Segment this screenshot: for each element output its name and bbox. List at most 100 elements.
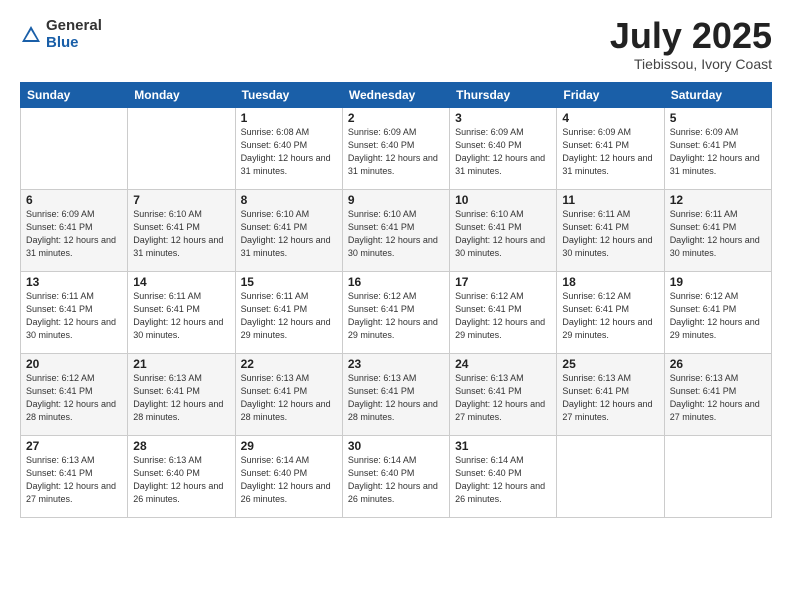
day-number: 31 (455, 439, 551, 453)
day-number: 27 (26, 439, 122, 453)
weekday-header: Tuesday (235, 83, 342, 108)
calendar-cell: 10Sunrise: 6:10 AM Sunset: 6:41 PM Dayli… (450, 190, 557, 272)
calendar-cell: 30Sunrise: 6:14 AM Sunset: 6:40 PM Dayli… (342, 436, 449, 518)
logo: General Blue (20, 18, 102, 51)
day-number: 13 (26, 275, 122, 289)
calendar-cell: 15Sunrise: 6:11 AM Sunset: 6:41 PM Dayli… (235, 272, 342, 354)
day-number: 1 (241, 111, 337, 125)
day-info: Sunrise: 6:13 AM Sunset: 6:41 PM Dayligh… (670, 372, 766, 424)
day-number: 19 (670, 275, 766, 289)
calendar-cell: 31Sunrise: 6:14 AM Sunset: 6:40 PM Dayli… (450, 436, 557, 518)
weekday-header: Wednesday (342, 83, 449, 108)
calendar-cell: 24Sunrise: 6:13 AM Sunset: 6:41 PM Dayli… (450, 354, 557, 436)
weekday-header-row: SundayMondayTuesdayWednesdayThursdayFrid… (21, 83, 772, 108)
calendar-cell: 18Sunrise: 6:12 AM Sunset: 6:41 PM Dayli… (557, 272, 664, 354)
weekday-header: Monday (128, 83, 235, 108)
logo-text: General Blue (46, 18, 102, 51)
calendar-table: SundayMondayTuesdayWednesdayThursdayFrid… (20, 82, 772, 518)
day-info: Sunrise: 6:09 AM Sunset: 6:41 PM Dayligh… (670, 126, 766, 178)
calendar-cell: 20Sunrise: 6:12 AM Sunset: 6:41 PM Dayli… (21, 354, 128, 436)
day-info: Sunrise: 6:14 AM Sunset: 6:40 PM Dayligh… (455, 454, 551, 506)
day-number: 23 (348, 357, 444, 371)
day-number: 30 (348, 439, 444, 453)
title-block: July 2025 Tiebissou, Ivory Coast (610, 18, 772, 72)
logo-general: General (46, 18, 102, 35)
day-number: 2 (348, 111, 444, 125)
day-info: Sunrise: 6:13 AM Sunset: 6:41 PM Dayligh… (26, 454, 122, 506)
day-info: Sunrise: 6:10 AM Sunset: 6:41 PM Dayligh… (455, 208, 551, 260)
day-info: Sunrise: 6:12 AM Sunset: 6:41 PM Dayligh… (26, 372, 122, 424)
calendar-week-row: 27Sunrise: 6:13 AM Sunset: 6:41 PM Dayli… (21, 436, 772, 518)
calendar-cell: 26Sunrise: 6:13 AM Sunset: 6:41 PM Dayli… (664, 354, 771, 436)
calendar-cell: 27Sunrise: 6:13 AM Sunset: 6:41 PM Dayli… (21, 436, 128, 518)
calendar-cell: 9Sunrise: 6:10 AM Sunset: 6:41 PM Daylig… (342, 190, 449, 272)
calendar-cell: 2Sunrise: 6:09 AM Sunset: 6:40 PM Daylig… (342, 108, 449, 190)
day-info: Sunrise: 6:13 AM Sunset: 6:41 PM Dayligh… (562, 372, 658, 424)
day-info: Sunrise: 6:13 AM Sunset: 6:41 PM Dayligh… (455, 372, 551, 424)
calendar-cell: 1Sunrise: 6:08 AM Sunset: 6:40 PM Daylig… (235, 108, 342, 190)
logo-icon (20, 24, 42, 46)
day-number: 4 (562, 111, 658, 125)
day-number: 18 (562, 275, 658, 289)
calendar-cell: 16Sunrise: 6:12 AM Sunset: 6:41 PM Dayli… (342, 272, 449, 354)
calendar-cell: 22Sunrise: 6:13 AM Sunset: 6:41 PM Dayli… (235, 354, 342, 436)
day-info: Sunrise: 6:11 AM Sunset: 6:41 PM Dayligh… (670, 208, 766, 260)
day-number: 29 (241, 439, 337, 453)
weekday-header: Saturday (664, 83, 771, 108)
day-number: 8 (241, 193, 337, 207)
day-number: 22 (241, 357, 337, 371)
day-number: 3 (455, 111, 551, 125)
day-number: 26 (670, 357, 766, 371)
day-number: 11 (562, 193, 658, 207)
calendar-cell (128, 108, 235, 190)
day-info: Sunrise: 6:09 AM Sunset: 6:40 PM Dayligh… (455, 126, 551, 178)
title-month: July 2025 (610, 18, 772, 54)
day-info: Sunrise: 6:11 AM Sunset: 6:41 PM Dayligh… (241, 290, 337, 342)
day-number: 16 (348, 275, 444, 289)
calendar-cell: 5Sunrise: 6:09 AM Sunset: 6:41 PM Daylig… (664, 108, 771, 190)
day-info: Sunrise: 6:09 AM Sunset: 6:41 PM Dayligh… (26, 208, 122, 260)
day-number: 9 (348, 193, 444, 207)
calendar-cell: 8Sunrise: 6:10 AM Sunset: 6:41 PM Daylig… (235, 190, 342, 272)
day-info: Sunrise: 6:09 AM Sunset: 6:40 PM Dayligh… (348, 126, 444, 178)
day-info: Sunrise: 6:13 AM Sunset: 6:41 PM Dayligh… (241, 372, 337, 424)
calendar-cell: 25Sunrise: 6:13 AM Sunset: 6:41 PM Dayli… (557, 354, 664, 436)
calendar-cell: 17Sunrise: 6:12 AM Sunset: 6:41 PM Dayli… (450, 272, 557, 354)
calendar-cell: 13Sunrise: 6:11 AM Sunset: 6:41 PM Dayli… (21, 272, 128, 354)
title-location: Tiebissou, Ivory Coast (610, 56, 772, 72)
day-number: 7 (133, 193, 229, 207)
day-info: Sunrise: 6:12 AM Sunset: 6:41 PM Dayligh… (455, 290, 551, 342)
calendar-cell: 7Sunrise: 6:10 AM Sunset: 6:41 PM Daylig… (128, 190, 235, 272)
weekday-header: Sunday (21, 83, 128, 108)
day-info: Sunrise: 6:11 AM Sunset: 6:41 PM Dayligh… (133, 290, 229, 342)
calendar-cell: 21Sunrise: 6:13 AM Sunset: 6:41 PM Dayli… (128, 354, 235, 436)
header: General Blue July 2025 Tiebissou, Ivory … (20, 18, 772, 72)
day-number: 21 (133, 357, 229, 371)
calendar-week-row: 20Sunrise: 6:12 AM Sunset: 6:41 PM Dayli… (21, 354, 772, 436)
calendar-cell: 14Sunrise: 6:11 AM Sunset: 6:41 PM Dayli… (128, 272, 235, 354)
day-info: Sunrise: 6:12 AM Sunset: 6:41 PM Dayligh… (562, 290, 658, 342)
logo-blue: Blue (46, 35, 102, 52)
day-info: Sunrise: 6:13 AM Sunset: 6:41 PM Dayligh… (348, 372, 444, 424)
day-info: Sunrise: 6:14 AM Sunset: 6:40 PM Dayligh… (241, 454, 337, 506)
day-info: Sunrise: 6:12 AM Sunset: 6:41 PM Dayligh… (670, 290, 766, 342)
day-info: Sunrise: 6:10 AM Sunset: 6:41 PM Dayligh… (133, 208, 229, 260)
day-number: 17 (455, 275, 551, 289)
day-number: 5 (670, 111, 766, 125)
weekday-header: Thursday (450, 83, 557, 108)
calendar-week-row: 1Sunrise: 6:08 AM Sunset: 6:40 PM Daylig… (21, 108, 772, 190)
calendar-cell: 28Sunrise: 6:13 AM Sunset: 6:40 PM Dayli… (128, 436, 235, 518)
calendar-cell (664, 436, 771, 518)
calendar-cell: 29Sunrise: 6:14 AM Sunset: 6:40 PM Dayli… (235, 436, 342, 518)
calendar-cell: 6Sunrise: 6:09 AM Sunset: 6:41 PM Daylig… (21, 190, 128, 272)
day-info: Sunrise: 6:13 AM Sunset: 6:40 PM Dayligh… (133, 454, 229, 506)
calendar-cell: 4Sunrise: 6:09 AM Sunset: 6:41 PM Daylig… (557, 108, 664, 190)
day-info: Sunrise: 6:10 AM Sunset: 6:41 PM Dayligh… (348, 208, 444, 260)
calendar-cell: 3Sunrise: 6:09 AM Sunset: 6:40 PM Daylig… (450, 108, 557, 190)
calendar-cell: 12Sunrise: 6:11 AM Sunset: 6:41 PM Dayli… (664, 190, 771, 272)
day-info: Sunrise: 6:10 AM Sunset: 6:41 PM Dayligh… (241, 208, 337, 260)
day-number: 12 (670, 193, 766, 207)
calendar-week-row: 13 Sunrise: 6:11 AM Sunset: 6:41 PM Dayli… (21, 272, 772, 354)
day-number: 25 (562, 357, 658, 371)
calendar-week-row: 6Sunrise: 6:09 AM Sunset: 6:41 PM Daylig… (21, 190, 772, 272)
